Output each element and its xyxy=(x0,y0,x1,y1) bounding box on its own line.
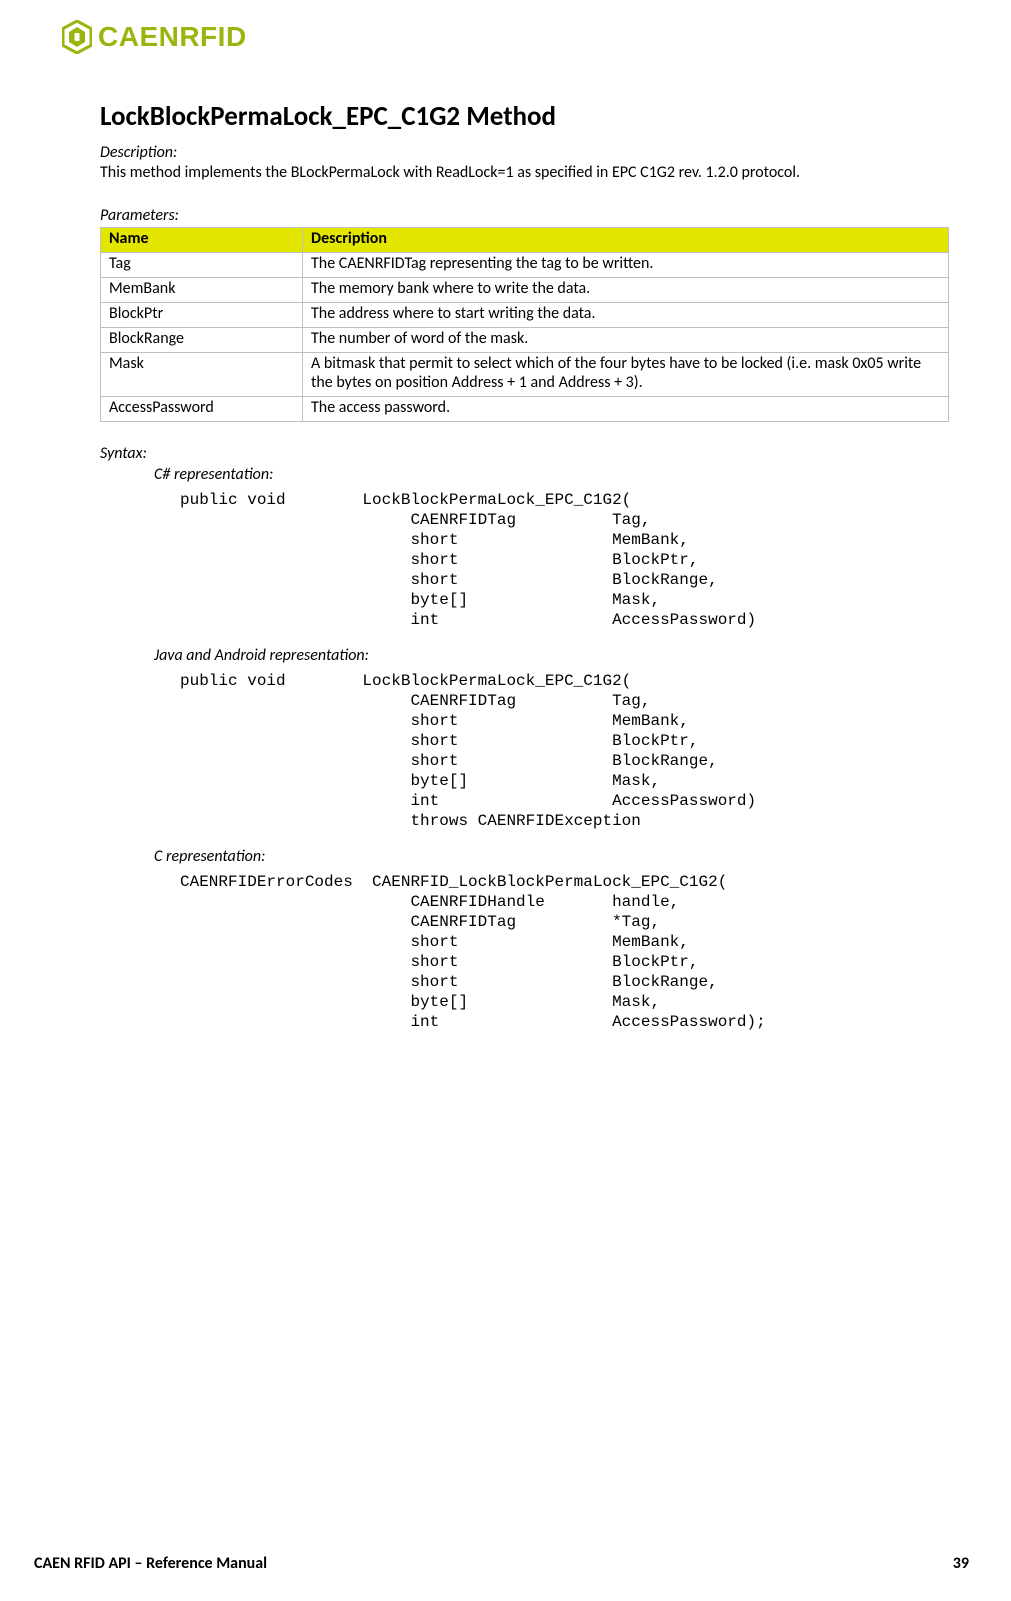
java-repr-label: Java and Android representation: xyxy=(154,646,949,665)
brand-logo: CAENRFID xyxy=(62,20,949,54)
java-code-block: public void LockBlockPermaLock_EPC_C1G2(… xyxy=(180,671,949,831)
c-repr-label: C representation: xyxy=(154,847,949,866)
param-name: Mask xyxy=(101,353,303,397)
param-description: The memory bank where to write the data. xyxy=(303,278,949,303)
csharp-repr-label: C# representation: xyxy=(154,465,949,484)
param-name: Tag xyxy=(101,253,303,278)
param-description: The number of word of the mask. xyxy=(303,328,949,353)
param-name: BlockRange xyxy=(101,328,303,353)
table-row: MemBank The memory bank where to write t… xyxy=(101,278,949,303)
param-description: A bitmask that permit to select which of… xyxy=(303,353,949,397)
table-row: Mask A bitmask that permit to select whi… xyxy=(101,353,949,397)
table-row: BlockRange The number of word of the mas… xyxy=(101,328,949,353)
table-header-name: Name xyxy=(101,228,303,253)
param-description: The address where to start writing the d… xyxy=(303,303,949,328)
description-text: This method implements the BLockPermaLoc… xyxy=(100,163,949,182)
csharp-code-block: public void LockBlockPermaLock_EPC_C1G2(… xyxy=(180,490,949,630)
table-row: AccessPassword The access password. xyxy=(101,397,949,422)
parameters-table: Name Description Tag The CAENRFIDTag rep… xyxy=(100,227,949,422)
param-name: MemBank xyxy=(101,278,303,303)
method-title: LockBlockPermaLock_EPC_C1G2 Method xyxy=(100,100,949,133)
page-footer: CAEN RFID API – Reference Manual 39 xyxy=(34,1554,969,1573)
brand-logo-text: CAENRFID xyxy=(98,21,247,53)
table-row: BlockPtr The address where to start writ… xyxy=(101,303,949,328)
param-description: The access password. xyxy=(303,397,949,422)
description-label: Description: xyxy=(100,143,949,162)
param-description: The CAENRFIDTag representing the tag to … xyxy=(303,253,949,278)
footer-manual-title: CAEN RFID API – Reference Manual xyxy=(34,1554,267,1573)
table-row: Tag The CAENRFIDTag representing the tag… xyxy=(101,253,949,278)
param-name: BlockPtr xyxy=(101,303,303,328)
c-code-block: CAENRFIDErrorCodes CAENRFID_LockBlockPer… xyxy=(180,872,949,1032)
footer-page-number: 39 xyxy=(953,1554,969,1573)
brand-logo-icon xyxy=(62,20,92,54)
syntax-label: Syntax: xyxy=(100,444,949,463)
table-header-description: Description xyxy=(303,228,949,253)
parameters-label: Parameters: xyxy=(100,206,949,225)
param-name: AccessPassword xyxy=(101,397,303,422)
